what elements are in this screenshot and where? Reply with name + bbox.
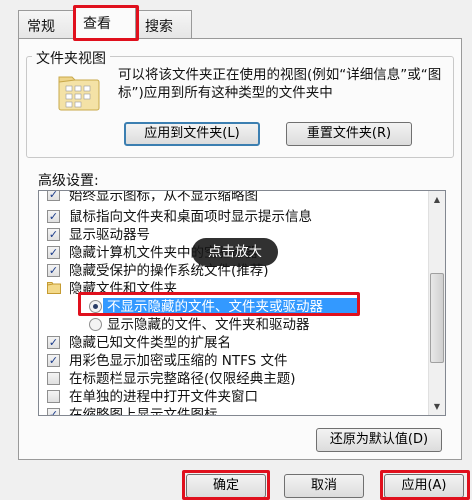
checkbox[interactable]: ✓ (47, 336, 60, 349)
list-item[interactable]: 在缩略图上显示文件图标 (69, 406, 218, 415)
tab-search[interactable]: 搜索 (136, 10, 192, 38)
tab-general-label: 常规 (27, 19, 55, 35)
scroll-thumb[interactable] (430, 273, 444, 363)
list-item[interactable]: 显示驱动器号 (69, 226, 150, 244)
list-item[interactable]: 用彩色显示加密或压缩的 NTFS 文件 (69, 352, 288, 370)
list-item-group: 隐藏文件和文件夹 (69, 281, 177, 297)
apply-button[interactable]: 应用(A) (384, 474, 464, 498)
list-item[interactable]: 在单独的进程中打开文件夹窗口 (69, 388, 258, 406)
folder-views-title: 文件夹视图 (32, 48, 110, 68)
checkbox[interactable]: ✓ (47, 210, 60, 223)
checkbox[interactable]: ✓ (47, 354, 60, 367)
tab-search-label: 搜索 (145, 19, 173, 35)
tab-view[interactable]: 查看 (74, 6, 136, 40)
reset-folders-button[interactable]: 重置文件夹(R) (286, 122, 412, 146)
radio-button[interactable] (89, 318, 102, 331)
advanced-settings-label: 高级设置: (38, 173, 99, 189)
checkbox[interactable]: ✓ (47, 246, 60, 259)
checkbox[interactable]: ✓ (47, 228, 60, 241)
scroll-down-icon[interactable]: ▼ (429, 398, 445, 415)
list-item[interactable]: 显示隐藏的文件、文件夹和驱动器 (107, 316, 310, 334)
checkbox[interactable]: ✓ (47, 191, 60, 201)
list-item[interactable]: 隐藏已知文件类型的扩展名 (69, 334, 231, 352)
list-item[interactable]: 不显示隐藏的文件、文件夹或驱动器 (107, 298, 323, 316)
list-item[interactable]: 在标题栏显示完整路径(仅限经典主题) (69, 370, 296, 388)
advanced-settings-list[interactable]: ✓ 始终显示图标，从不显示缩略图 ✓ 鼠标指向文件夹和桌面项时显示提示信息 ✓ … (38, 190, 446, 416)
scroll-up-icon[interactable]: ▲ (429, 191, 445, 208)
checkbox[interactable]: ✓ (47, 408, 60, 415)
folder-views-description: 可以将该文件夹正在使用的视图(例如“详细信息”或“图标”)应用到所有这种类型的文… (118, 67, 442, 101)
ok-button[interactable]: 确定 (186, 474, 266, 498)
scrollbar[interactable]: ▲ ▼ (428, 191, 445, 415)
list-item[interactable]: 始终显示图标，从不显示缩略图 (69, 191, 258, 205)
checkbox[interactable] (47, 372, 60, 385)
apply-to-folders-button[interactable]: 应用到文件夹(L) (124, 122, 260, 146)
checkbox[interactable]: ✓ (47, 264, 60, 277)
restore-defaults-button[interactable]: 还原为默认值(D) (316, 428, 442, 452)
checkbox[interactable] (47, 390, 60, 403)
list-item[interactable]: 鼠标指向文件夹和桌面项时显示提示信息 (69, 208, 312, 226)
folder-view-icon (58, 74, 102, 112)
zoom-overlay-badge[interactable]: 点击放大 (192, 238, 278, 266)
radio-button[interactable] (89, 300, 102, 313)
folder-icon (47, 282, 61, 294)
tab-general[interactable]: 常规 (18, 10, 74, 38)
tab-view-label: 查看 (83, 16, 111, 32)
cancel-button[interactable]: 取消 (284, 474, 364, 498)
